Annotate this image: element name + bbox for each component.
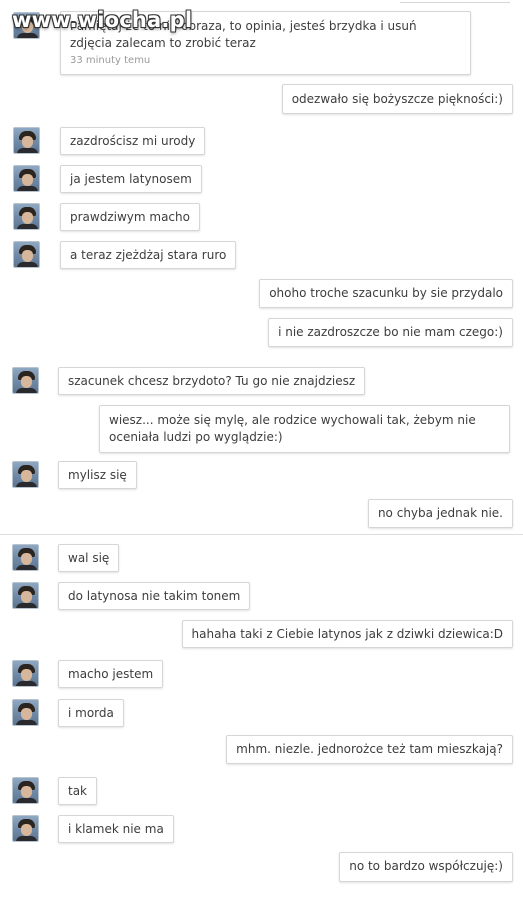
message-bubble-incoming: i morda [58,699,124,727]
message-text: no chyba jednak nie. [377,506,503,520]
message-timestamp: 33 minuty temu [70,55,151,66]
watermark-logo: www.wiocha.pl [12,8,193,32]
message-bubble-incoming: wal się [58,544,120,572]
message-bubble-incoming: macho jestem [58,660,164,688]
message-text: prawdziwym macho [70,210,190,224]
message-text: ohoho troche szacunku by sie przydalo [269,286,503,300]
message-text: do latynosa nie takim tonem [68,589,241,603]
message-bubble-incoming: szacunek chcesz brzydoto? Tu go nie znaj… [58,367,366,395]
avatar[interactable] [12,544,39,571]
divider [0,534,523,535]
message-text: hahaha taki z Ciebie latynos jak z dziwk… [191,627,503,641]
message-bubble-incoming: ja jestem latynosem [60,165,202,193]
avatar[interactable] [13,127,40,154]
message-text: tak [68,784,88,798]
message-text: no to bardzo współczuję:) [349,859,503,873]
message-bubble-incoming: do latynosa nie takim tonem [58,582,251,610]
message-bubble-outgoing: ohoho troche szacunku by sie przydalo [259,279,513,308]
message-bubble-outgoing: no chyba jednak nie. [367,499,513,528]
message-text: zazdrościsz mi urody [70,134,196,148]
message-bubble-outgoing: odezwało się bożyszcze piękności:) [281,84,513,114]
avatar[interactable] [12,815,39,842]
avatar[interactable] [12,367,39,394]
message-text: odezwało się bożyszcze piękności:) [291,92,503,106]
message-bubble-incoming: a teraz zjeżdżaj stara ruro [60,241,237,269]
message-text: mhm. niezle. jednorożce też tam mieszkaj… [236,742,503,756]
avatar[interactable] [12,660,39,687]
avatar[interactable] [12,461,39,488]
message-bubble-outgoing: i nie zazdroszcze bo nie mam czego:) [268,318,513,347]
message-bubble-outgoing: hahaha taki z Ciebie latynos jak z dziwk… [181,620,513,648]
avatar[interactable] [13,241,40,268]
message-bubble-incoming: i klamek nie ma [58,815,174,843]
avatar[interactable] [12,699,39,726]
avatar[interactable] [12,777,39,804]
message-bubble-outgoing: mhm. niezle. jednorożce też tam mieszkaj… [226,735,513,764]
avatar[interactable] [13,203,40,230]
message-bubble-incoming: tak [58,777,98,805]
message-text: i morda [68,706,114,720]
message-bubble-outgoing: no to bardzo współczuję:) [339,852,513,882]
message-text: macho jestem [68,667,154,681]
message-text: mylisz się [68,468,127,482]
message-text: szacunek chcesz brzydoto? Tu go nie znaj… [68,374,356,388]
message-text: wiesz... może się mylę, ale rodzice wych… [109,413,476,444]
message-text: a teraz zjeżdżaj stara ruro [70,248,227,262]
message-text: i klamek nie ma [68,822,164,836]
previous-message-edge [400,0,510,3]
message-text: ja jestem latynosem [70,172,192,186]
message-text: wal się [68,551,110,565]
message-text: i nie zazdroszcze bo nie mam czego:) [278,325,503,339]
message-bubble-incoming: prawdziwym macho [60,203,200,231]
message-bubble-incoming: mylisz się [58,461,137,489]
message-bubble-incoming: zazdrościsz mi urody [60,127,206,155]
avatar[interactable] [13,165,40,192]
message-bubble-outgoing: wiesz... może się mylę, ale rodzice wych… [99,405,510,453]
avatar[interactable] [12,582,39,609]
